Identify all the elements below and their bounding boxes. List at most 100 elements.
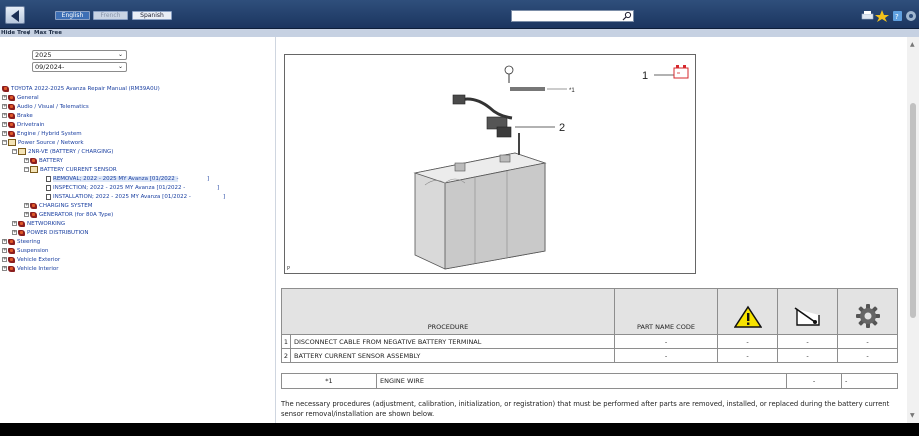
language-spanish-button[interactable]: Spanish xyxy=(132,11,172,20)
document-icon xyxy=(46,175,51,182)
tree-item-bracket: ] xyxy=(217,185,220,191)
scroll-up-icon[interactable]: ▲ xyxy=(910,41,915,48)
expand-plus-icon[interactable]: + xyxy=(2,131,7,136)
tree-item-engine[interactable]: + Engine / Hybrid System xyxy=(2,130,82,139)
document-icon xyxy=(46,184,51,191)
book-icon xyxy=(18,229,25,236)
tree-item-drivetrain[interactable]: + Drivetrain xyxy=(2,121,44,130)
reference-cell: - xyxy=(786,373,842,389)
book-icon xyxy=(8,265,15,272)
tree-item-inspection[interactable]: INSPECTION; 2022 - 2025 MY Avanza [01/20… xyxy=(46,184,185,193)
settings-cell: - xyxy=(837,348,898,363)
settings-icon[interactable] xyxy=(906,11,916,21)
open-book-icon xyxy=(8,139,16,146)
tree-item-power-distribution[interactable]: + POWER DISTRIBUTION xyxy=(12,229,89,238)
tree-item-audio[interactable]: + Audio / Visual / Telematics xyxy=(2,103,89,112)
book-icon xyxy=(8,103,15,110)
expand-plus-icon[interactable]: + xyxy=(2,266,7,271)
tree-item-removal[interactable]: REMOVAL; 2022 - 2025 MY Avanza [01/2022 … xyxy=(46,175,179,184)
part-name-code-header: PART NAME CODE xyxy=(614,288,718,335)
expand-plus-icon[interactable]: + xyxy=(2,239,7,244)
search-icon[interactable] xyxy=(622,11,632,21)
procedure-note: The necessary procedures (adjustment, ca… xyxy=(281,400,890,418)
procedure-header: PROCEDURE xyxy=(281,288,615,335)
expand-plus-icon[interactable]: + xyxy=(2,113,7,118)
search-input[interactable] xyxy=(511,10,634,22)
manual-book-icon xyxy=(2,85,9,92)
tree-item-suspension[interactable]: + Suspension xyxy=(2,247,48,256)
tree-item-installation[interactable]: INSTALLATION; 2022 - 2025 MY Avanza [01/… xyxy=(46,193,191,202)
language-french-button[interactable]: French xyxy=(93,11,128,20)
tree-item-general[interactable]: + General xyxy=(2,94,39,103)
collapse-minus-icon[interactable]: − xyxy=(24,167,29,172)
tree-item-generator[interactable]: + GENERATOR (for 80A Type) xyxy=(24,211,113,220)
date-select[interactable]: 09/2024- ⌄ xyxy=(32,62,127,72)
vertical-scrollbar[interactable]: ▲ ▼ xyxy=(907,37,919,423)
tree-root[interactable]: TOYOTA 2022-2025 Avanza Repair Manual (R… xyxy=(2,85,160,94)
expand-plus-icon[interactable]: + xyxy=(24,158,29,163)
gear-icon xyxy=(855,304,880,328)
tree-item-networking[interactable]: + NETWORKING xyxy=(12,220,65,229)
tree-item-vehicle-interior[interactable]: + Vehicle Interior xyxy=(2,265,58,274)
max-tree-link[interactable]: Max Tree xyxy=(34,29,62,37)
tree-item-label: Vehicle Interior xyxy=(17,266,59,272)
scroll-down-icon[interactable]: ▼ xyxy=(910,412,915,419)
expand-plus-icon[interactable]: + xyxy=(2,104,7,109)
language-english-button[interactable]: English xyxy=(55,11,90,20)
procedure-cell[interactable]: BATTERY CURRENT SENSOR ASSEMBLY xyxy=(290,348,615,363)
negative-terminal-icon xyxy=(673,65,689,79)
tree-item-label: CHARGING SYSTEM xyxy=(39,203,93,209)
book-icon xyxy=(8,94,15,101)
back-arrow-icon[interactable] xyxy=(5,6,25,24)
help-icon[interactable]: ? xyxy=(893,11,902,21)
svg-text:?: ? xyxy=(895,13,899,21)
scroll-thumb[interactable] xyxy=(910,103,916,318)
open-book-icon xyxy=(30,166,38,173)
warning-cell: - xyxy=(717,348,778,363)
tree-item-vehicle-exterior[interactable]: + Vehicle Exterior xyxy=(2,256,60,265)
expand-plus-icon[interactable]: + xyxy=(24,203,29,208)
tree-item-label: BATTERY xyxy=(39,158,64,164)
tree-item-label: REMOVAL; 2022 - 2025 MY Avanza [01/2022 … xyxy=(53,176,179,182)
expand-plus-icon[interactable]: + xyxy=(2,248,7,253)
book-icon xyxy=(30,157,37,164)
tree-item-label: POWER DISTRIBUTION xyxy=(27,230,89,236)
tree-item-label: Brake xyxy=(17,113,33,119)
year-select[interactable]: 2025 ⌄ xyxy=(32,50,127,60)
tree-item-charging-system[interactable]: + CHARGING SYSTEM xyxy=(24,202,93,211)
tree-item-power-source[interactable]: − Power Source / Network xyxy=(2,139,84,148)
tree-item-label: Vehicle Exterior xyxy=(17,257,61,263)
chevron-down-icon: ⌄ xyxy=(117,51,123,58)
print-icon[interactable] xyxy=(861,11,874,20)
procedure-cell[interactable]: DISCONNECT CABLE FROM NEGATIVE BATTERY T… xyxy=(290,334,615,349)
tree-root-label: TOYOTA 2022-2025 Avanza Repair Manual (R… xyxy=(11,86,160,92)
warning-cell: - xyxy=(717,334,778,349)
expand-plus-icon[interactable]: + xyxy=(12,221,17,226)
tree-item-battery-current-sensor[interactable]: − BATTERY CURRENT SENSOR xyxy=(24,166,117,175)
tree-item-2nr-ve[interactable]: − 2NR-VE (BATTERY / CHARGING) xyxy=(12,148,113,157)
adjustment-column-header xyxy=(777,288,838,335)
subbar-separator: / xyxy=(28,30,31,36)
bookmark-star-icon[interactable] xyxy=(875,10,889,22)
expand-plus-icon[interactable]: + xyxy=(12,230,17,235)
expand-plus-icon[interactable]: + xyxy=(2,95,7,100)
expand-plus-icon[interactable]: + xyxy=(2,122,7,127)
reference-label: *1 xyxy=(281,373,377,389)
document-icon xyxy=(46,193,51,200)
hide-tree-link[interactable]: Hide Tree xyxy=(1,29,30,37)
tree-item-label: Suspension xyxy=(17,248,49,254)
battery-drawing xyxy=(413,152,547,270)
tree-item-brake[interactable]: + Brake xyxy=(2,112,33,121)
tree-item-label: General xyxy=(17,95,39,101)
collapse-minus-icon[interactable]: − xyxy=(2,140,7,145)
tree-item-battery[interactable]: + BATTERY xyxy=(24,157,63,166)
illustration-drawing: 1 2 *1 xyxy=(413,65,689,270)
expand-plus-icon[interactable]: + xyxy=(2,257,7,262)
collapse-minus-icon[interactable]: − xyxy=(12,149,17,154)
tree-item-steering[interactable]: + Steering xyxy=(2,238,40,247)
book-icon xyxy=(30,211,37,218)
content-pane: 1 2 *1 P PROCEDURE PART NAME CODE 1 DISC… xyxy=(276,37,907,423)
toolbar-icons: ? xyxy=(861,10,916,22)
expand-plus-icon[interactable]: + xyxy=(24,212,29,217)
open-book-icon xyxy=(18,148,26,155)
